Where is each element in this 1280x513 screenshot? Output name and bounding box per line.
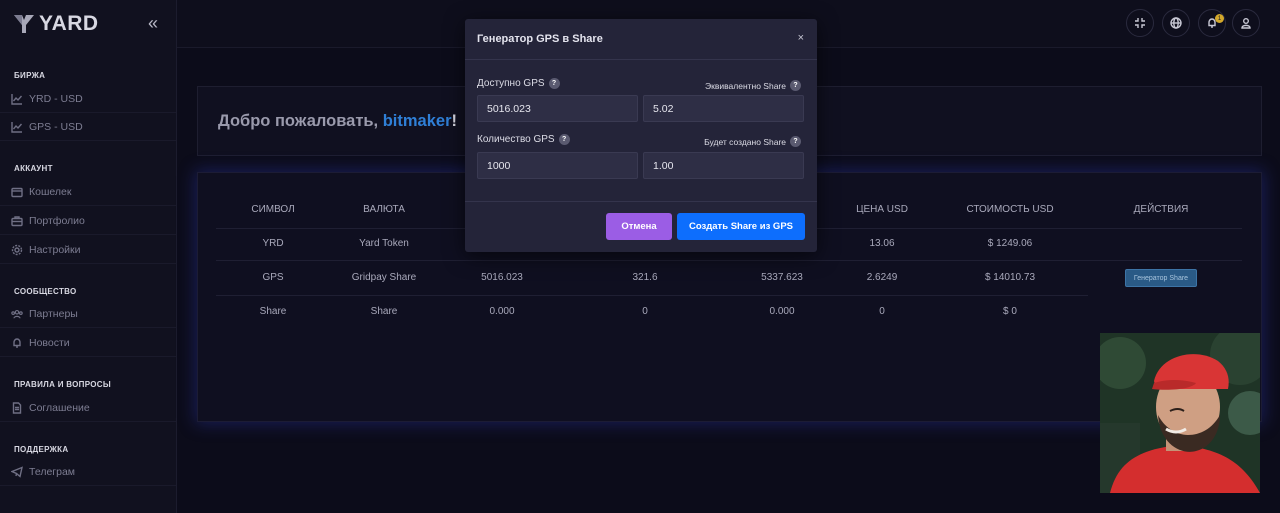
brand-name: YARD: [39, 12, 99, 35]
cell-amount: 0.000: [489, 306, 515, 317]
cell-amount: 5016.023: [481, 272, 523, 283]
cell-amount: 5337.623: [761, 272, 803, 283]
close-icon[interactable]: ×: [798, 32, 804, 44]
cell-symbol: GPS: [262, 272, 284, 283]
equivalent-share-label: Эквивалентно Share ?: [705, 80, 801, 91]
webcam-overlay: [1100, 333, 1260, 493]
cell-value: $ 14010.73: [984, 272, 1036, 283]
cell-price: 13.06: [869, 238, 895, 249]
label-text: Эквивалентно Share: [705, 80, 786, 91]
column-header-currency: ВАЛЮТА: [363, 204, 405, 215]
chart-line-icon: [11, 93, 23, 105]
cell-currency: Yard Token: [359, 238, 409, 249]
share-created-label: Будет создано Share ?: [704, 136, 801, 147]
gear-icon: [11, 244, 23, 255]
help-icon[interactable]: ?: [790, 136, 801, 147]
sidebar-item-gps-usd[interactable]: GPS - USD: [0, 113, 176, 141]
label-text: Доступно GPS: [477, 78, 545, 89]
available-gps-field[interactable]: [477, 95, 638, 122]
modal-title: Генератор GPS в Share: [477, 33, 603, 45]
yard-logo-icon: [14, 15, 34, 33]
cell-amount: 0: [642, 306, 648, 317]
sidebar-item-telegram[interactable]: Телеграм: [0, 458, 176, 486]
sidebar: YARD « БИРЖА YRD - USD GPS - USD АККАУНТ…: [0, 0, 177, 513]
cell-currency: Share: [370, 306, 398, 317]
section-exchange-title: БИРЖА: [14, 71, 46, 80]
create-share-button[interactable]: Создать Share из GPS: [677, 213, 805, 240]
row-divider: [216, 295, 1088, 296]
minimize-icon: [1135, 18, 1145, 28]
bell-icon: [13, 337, 21, 348]
cell-symbol: Share: [259, 306, 287, 317]
briefcase-icon: [11, 215, 23, 226]
sidebar-item-label: GPS - USD: [29, 120, 83, 133]
sidebar-item-label: Настройки: [29, 243, 81, 256]
collapse-sidebar-icon[interactable]: «: [148, 13, 158, 34]
user-icon: [1241, 18, 1251, 29]
document-icon: [12, 401, 22, 414]
cell-price: 2.6249: [866, 272, 898, 283]
cell-currency: Gridpay Share: [351, 272, 417, 283]
notifications-button[interactable]: 1: [1198, 9, 1226, 37]
fullscreen-button[interactable]: [1126, 9, 1154, 37]
label-text: Будет создано Share: [704, 136, 786, 147]
section-support-title: ПОДДЕРЖКА: [14, 445, 69, 454]
modal-header: Генератор GPS в Share: [465, 19, 817, 60]
available-gps-label: Доступно GPS ?: [477, 78, 560, 89]
wallet-icon: [11, 187, 23, 197]
username-link[interactable]: bitmaker: [383, 112, 452, 130]
sidebar-item-agreement[interactable]: Соглашение: [0, 394, 176, 422]
column-header-actions: ДЕЙСТВИЯ: [1133, 204, 1189, 215]
cell-amount: 321.6: [632, 272, 658, 283]
section-rules-title: ПРАВИЛА И ВОПРОСЫ: [14, 380, 111, 389]
row-divider: [216, 260, 1242, 261]
cell-symbol: YRD: [262, 238, 284, 249]
sidebar-item-label: YRD - USD: [29, 92, 83, 105]
column-header-symbol: СИМВОЛ: [251, 204, 295, 215]
cell-price: 0: [879, 306, 885, 317]
chart-line-icon: [11, 121, 23, 133]
gps-quantity-label: Количество GPS ?: [477, 134, 570, 145]
section-community-title: СООБЩЕСТВО: [14, 287, 77, 296]
help-icon[interactable]: ?: [790, 80, 801, 91]
column-header-price-usd: ЦЕНА USD: [856, 204, 908, 215]
cell-value: $ 0: [1003, 306, 1017, 317]
notification-badge: 1: [1215, 14, 1224, 23]
sidebar-item-portfolio[interactable]: Портфолио: [0, 207, 176, 235]
help-icon[interactable]: ?: [558, 134, 570, 145]
help-icon[interactable]: ?: [548, 78, 560, 89]
globe-icon: [1170, 17, 1182, 29]
welcome-greeting: Добро пожаловать,: [218, 112, 383, 130]
cancel-button[interactable]: Отмена: [606, 213, 672, 240]
sidebar-item-label: Партнеры: [29, 307, 78, 320]
sidebar-item-label: Кошелек: [29, 185, 72, 198]
welcome-heading: Добро пожаловать, bitmaker!: [218, 112, 457, 131]
share-created-field[interactable]: [643, 152, 804, 179]
cell-amount: 0.000: [769, 306, 795, 317]
sidebar-item-news[interactable]: Новости: [0, 329, 176, 357]
sidebar-item-label: Новости: [29, 336, 70, 349]
gps-to-share-modal: Генератор GPS в Share × Доступно GPS ? Э…: [465, 19, 817, 252]
gps-quantity-input[interactable]: [477, 152, 638, 179]
section-account-title: АККАУНТ: [14, 164, 53, 173]
sidebar-item-label: Портфолио: [29, 214, 85, 227]
sidebar-item-settings[interactable]: Настройки: [0, 236, 176, 264]
column-header-value-usd: СТОИМОСТЬ USD: [966, 204, 1054, 215]
sidebar-item-label: Телеграм: [29, 465, 76, 478]
modal-footer-divider: [465, 201, 817, 202]
sidebar-item-label: Соглашение: [29, 401, 90, 414]
webcam-person-image: [1100, 333, 1260, 493]
share-generator-button[interactable]: Генератор Share: [1125, 269, 1197, 287]
telegram-icon: [11, 465, 23, 478]
users-icon: [11, 309, 23, 318]
cell-value: $ 1249.06: [987, 238, 1033, 249]
welcome-suffix: !: [451, 112, 458, 130]
profile-button[interactable]: [1232, 9, 1260, 37]
sidebar-item-partners[interactable]: Партнеры: [0, 300, 176, 328]
sidebar-item-wallet[interactable]: Кошелек: [0, 178, 176, 206]
language-button[interactable]: [1162, 9, 1190, 37]
equivalent-share-field[interactable]: [643, 95, 804, 122]
sidebar-item-yrd-usd[interactable]: YRD - USD: [0, 85, 176, 113]
label-text: Количество GPS: [477, 134, 555, 145]
